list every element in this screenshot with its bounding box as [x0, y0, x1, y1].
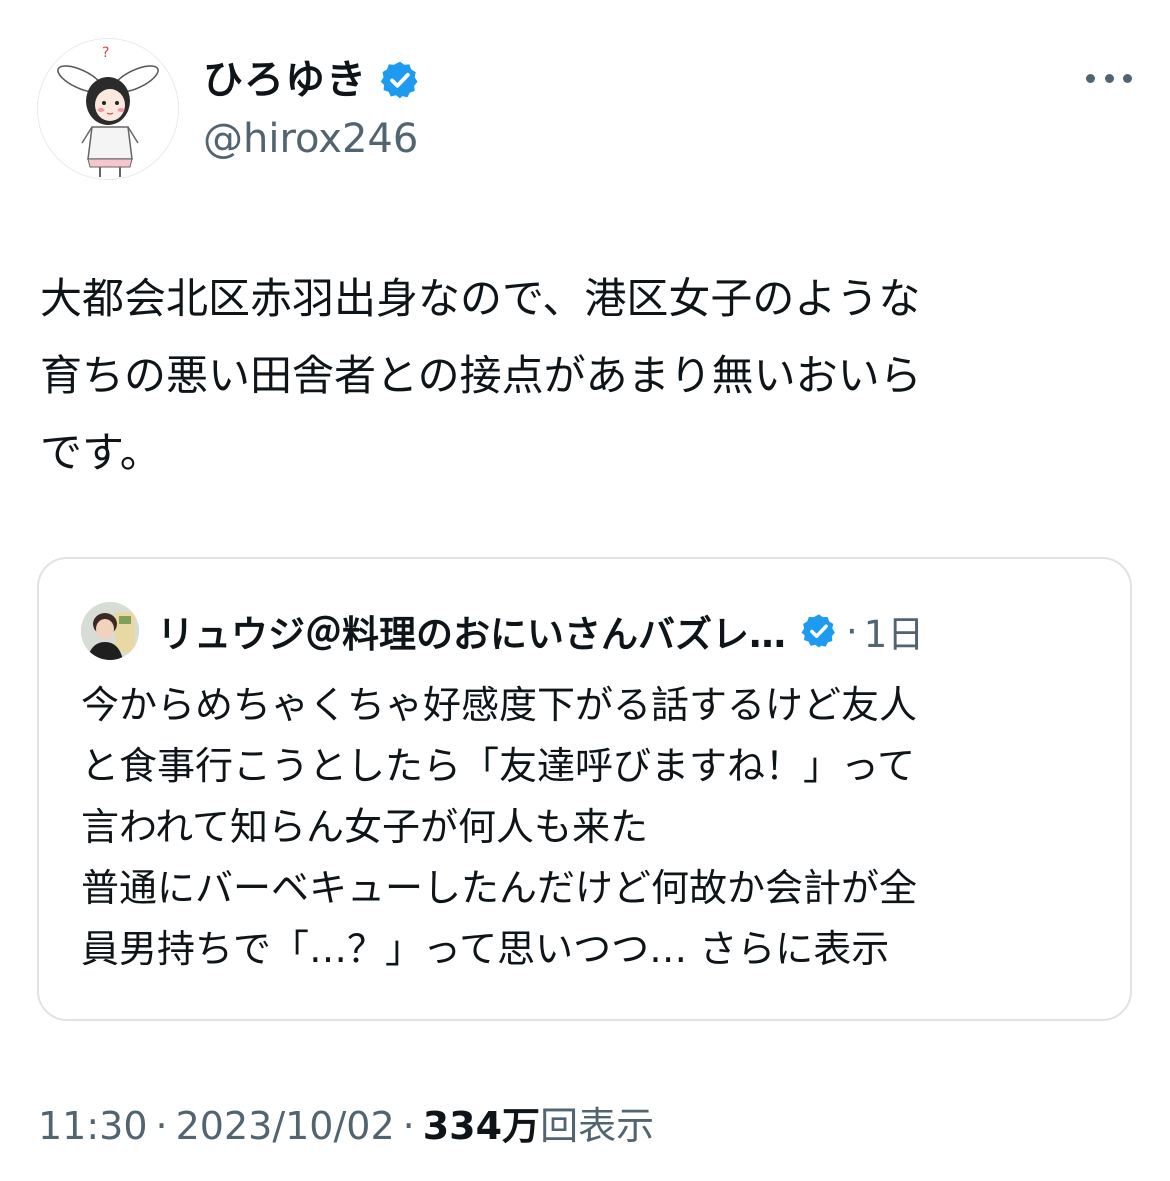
quoted-tweet-time[interactable]: 1日 [864, 604, 925, 658]
quoted-author-avatar[interactable] [81, 602, 139, 660]
quoted-tweet-header: リュウジ＠料理のおにいさんバズレ… · 1日 [81, 601, 924, 661]
tweet-text-line: です。 [40, 428, 162, 477]
quoted-tweet-text: 今からめちゃくちゃ好感度下がる話するけど友人 と食事行こうとしたら「友達呼びます… [81, 675, 1091, 980]
svg-text:?: ? [102, 45, 109, 61]
more-options-icon[interactable] [1086, 68, 1132, 88]
author-name-row[interactable]: ひろゆき [203, 50, 421, 110]
separator-dot: · [402, 1104, 415, 1148]
tweet-text-line: 大都会北区赤羽出身なので、港区女子のような [40, 274, 921, 323]
quoted-text-line: 今からめちゃくちゃ好感度下がる話するけど友人 [81, 683, 918, 727]
author-avatar[interactable]: ? [37, 38, 179, 180]
quoted-author-name[interactable]: リュウジ＠料理のおにいさんバズレ… [157, 604, 786, 658]
more-dot [1104, 73, 1114, 83]
tweet-text: 大都会北区赤羽出身なので、港区女子のような 育ちの悪い田舎者との接点があまり無い… [40, 260, 1130, 491]
quoted-tweet-card[interactable]: リュウジ＠料理のおにいさんバズレ… · 1日 今からめちゃくちゃ好感度下がる話す… [37, 557, 1132, 1021]
author-handle[interactable]: @hirox246 [203, 114, 418, 164]
show-more-link[interactable]: さらに表示 [699, 927, 889, 971]
bunny-girl-avatar-image: ? [38, 39, 178, 179]
separator-dot: · [155, 1104, 168, 1148]
author-display-name[interactable]: ひろゆき [203, 60, 367, 100]
tweet-date[interactable]: 2023/10/02 [176, 1104, 395, 1148]
separator-dot: · [846, 609, 858, 653]
quoted-text-line: 言われて知らん女子が何人も来た [81, 805, 648, 849]
tweet-text-line: 育ちの悪い田舎者との接点があまり無いおいら [40, 351, 922, 400]
more-dot [1123, 73, 1132, 83]
quoted-text-line: と食事行こうとしたら「友達呼びますね！」って [81, 744, 916, 788]
more-dot [1086, 73, 1095, 83]
quoted-text-line: 普通にバーベキューしたんだけど何故か会計が全 [81, 866, 918, 910]
verified-badge-icon [800, 612, 838, 650]
person-photo-avatar-image [81, 602, 139, 660]
quoted-text-line: 員男持ちで「…？」って思いつつ… [81, 927, 688, 971]
views-count: 334万 [422, 1104, 541, 1148]
tweet-time[interactable]: 11:30 [38, 1104, 148, 1148]
quoted-text-line-last: 員男持ちで「…？」って思いつつ… さらに表示 [81, 919, 1091, 980]
views-label: 回表示 [540, 1104, 655, 1148]
verified-badge-icon [379, 59, 421, 101]
tweet-meta: 11:30 · 2023/10/02 · 334万回表示 [38, 1098, 654, 1154]
